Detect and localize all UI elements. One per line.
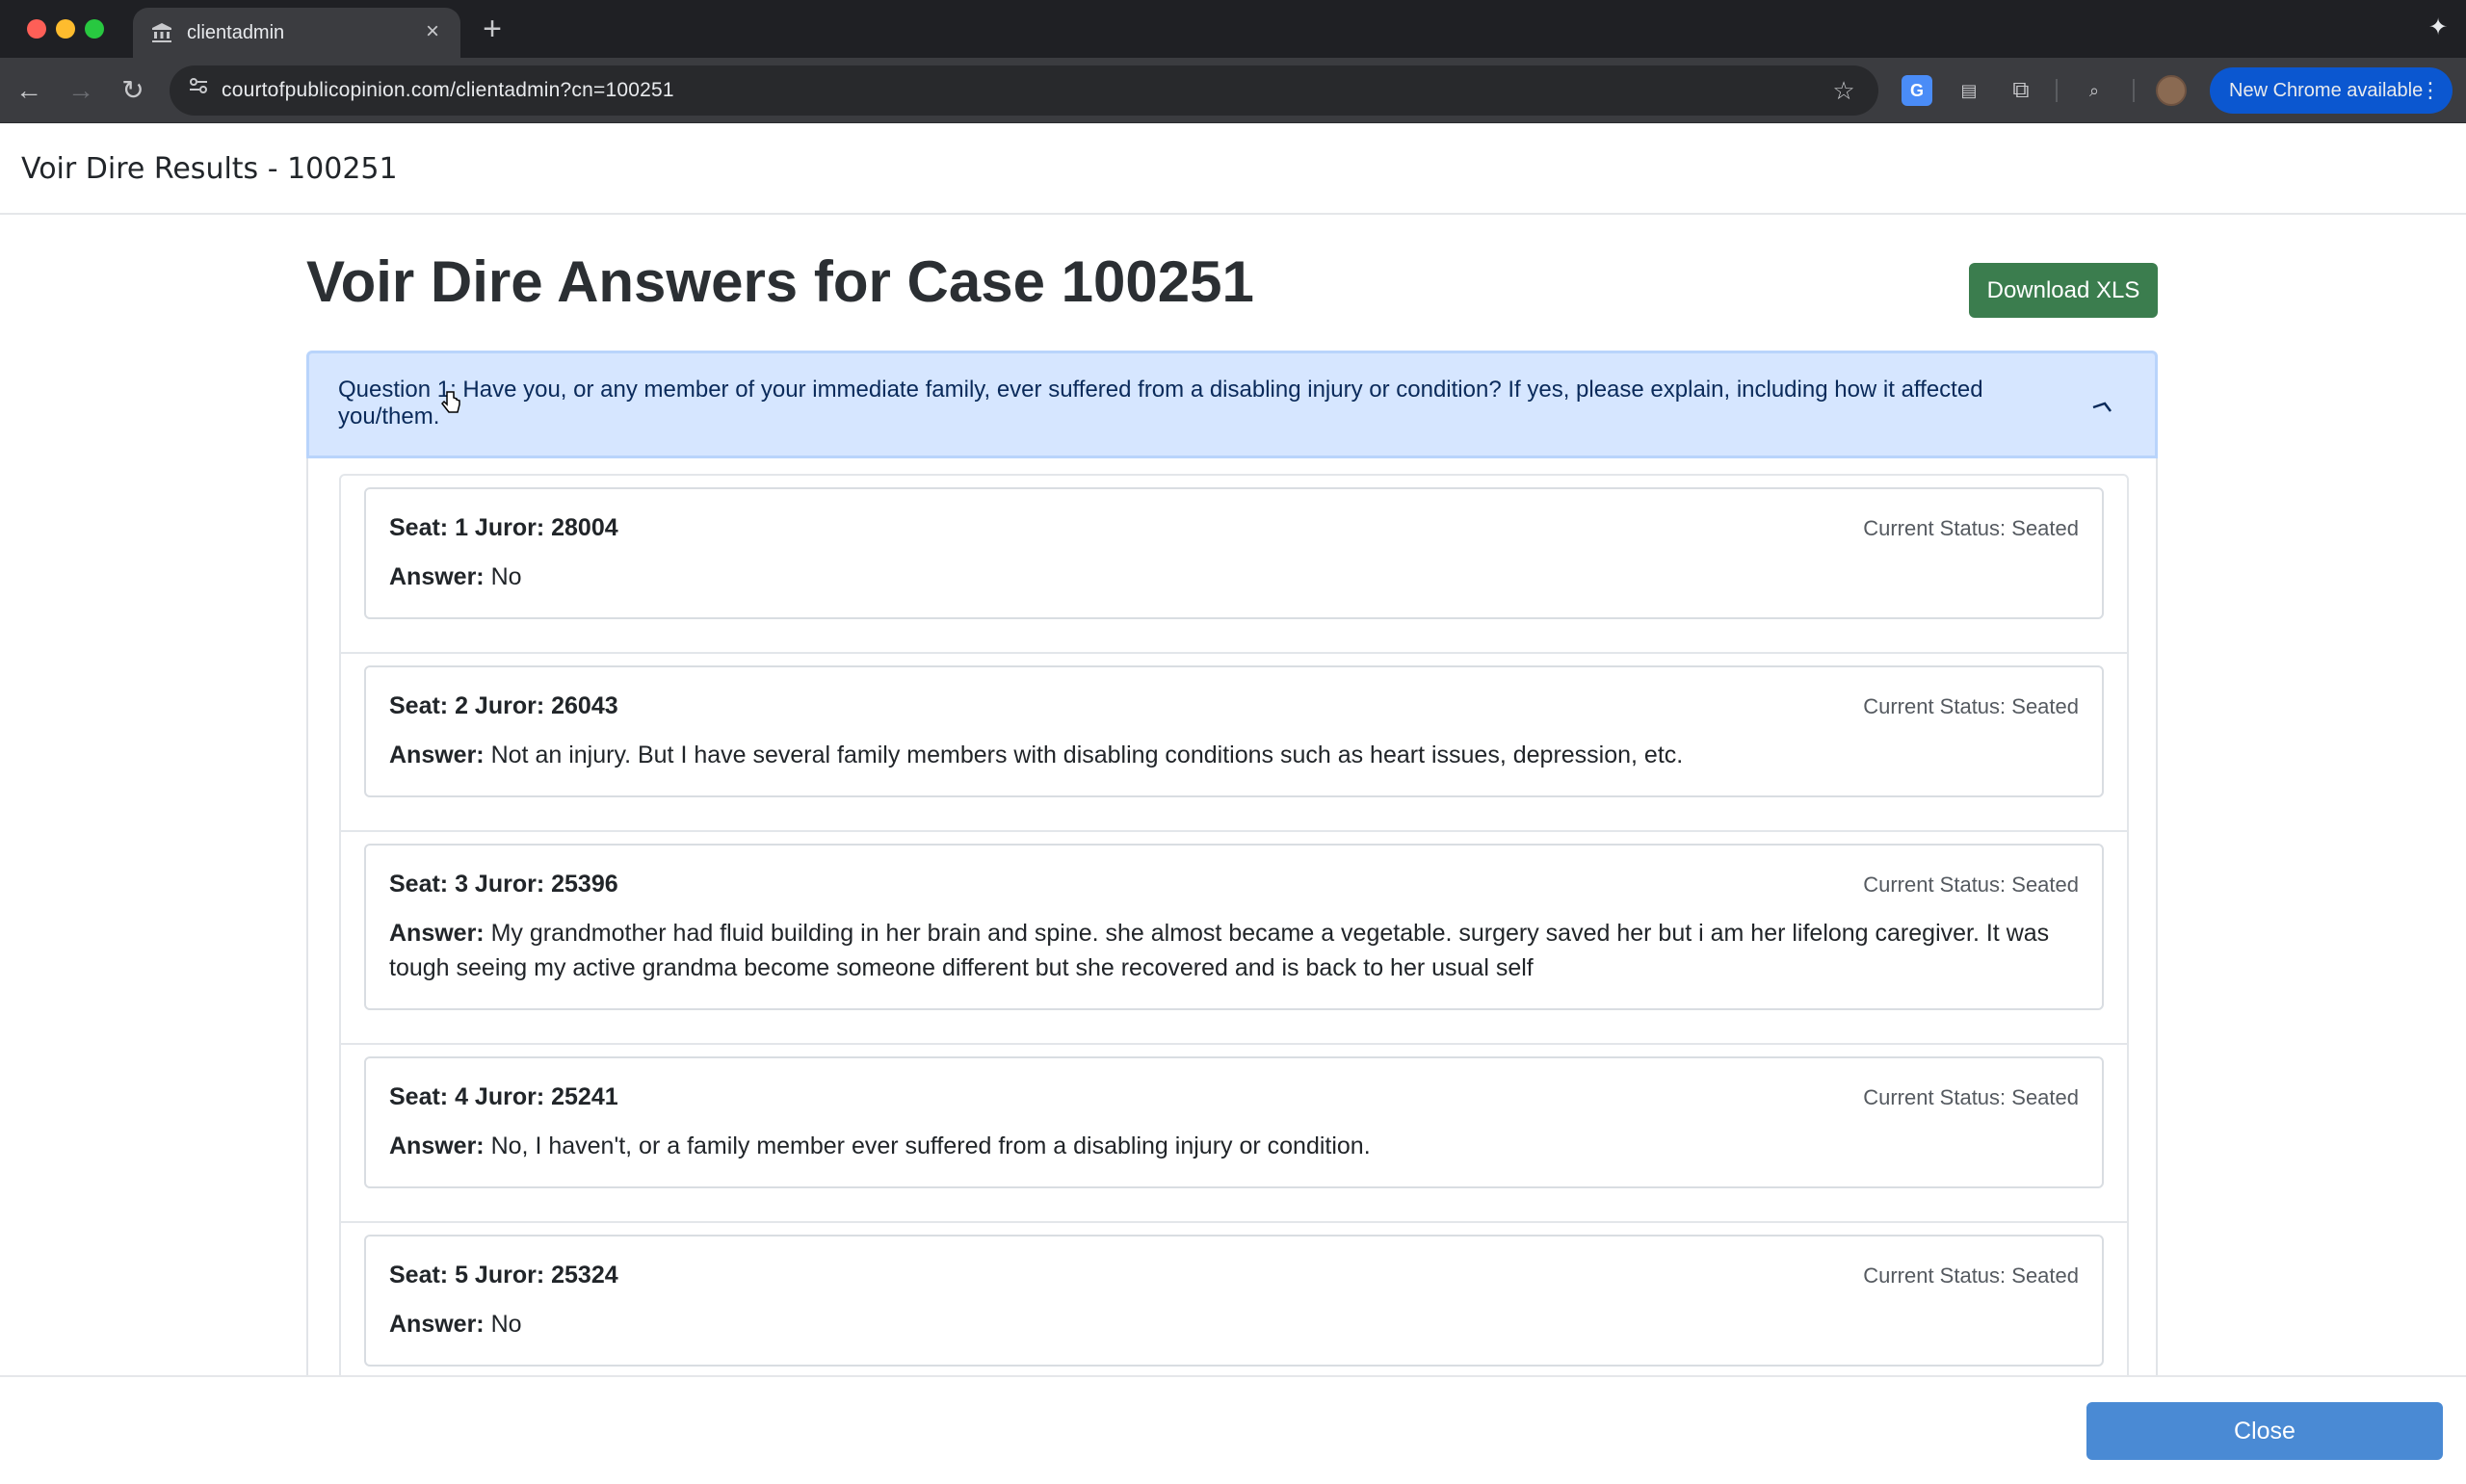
question-text: Question 1: Have you, or any member of y…	[338, 377, 1983, 430]
seat-juror-label: Seat: 2 Juror: 26043	[389, 692, 618, 719]
download-xls-button[interactable]: Download XLS	[1969, 263, 2158, 318]
extension-g-icon[interactable]: G	[1902, 75, 1932, 106]
window-minimize-button[interactable]	[56, 19, 75, 39]
answer-label: Answer:	[389, 563, 485, 590]
window-close-button[interactable]	[27, 19, 46, 39]
answer-row: Answer: No	[389, 560, 2079, 594]
list-item: Seat: 2 Juror: 26043 Current Status: Sea…	[341, 654, 2127, 832]
tab-close-icon[interactable]: ×	[418, 17, 447, 46]
question-accordion-body: Seat: 1 Juror: 28004 Current Status: Sea…	[306, 458, 2158, 1421]
juror-card: Seat: 5 Juror: 25324 Current Status: Sea…	[364, 1235, 2104, 1367]
answer-label: Answer:	[389, 1311, 485, 1338]
back-arrow-icon[interactable]: ←	[12, 73, 46, 108]
tab-search-icon[interactable]: ⌕	[2079, 75, 2110, 106]
list-item: Seat: 4 Juror: 25241 Current Status: Sea…	[341, 1045, 2127, 1223]
juror-card: Seat: 3 Juror: 25396 Current Status: Sea…	[364, 844, 2104, 1010]
chevron-up-icon[interactable]	[2089, 396, 2114, 421]
answer-text: No	[490, 1311, 522, 1338]
seat-juror-label: Seat: 3 Juror: 25396	[389, 871, 618, 898]
reload-icon[interactable]: ↻	[116, 73, 150, 108]
answer-text: My grandmother had fluid building in her…	[389, 920, 2050, 981]
answer-text: Not an injury. But I have several family…	[490, 742, 1684, 768]
browser-tab[interactable]: clientadmin ×	[133, 8, 460, 58]
juror-card: Seat: 1 Juror: 28004 Current Status: Sea…	[364, 487, 2104, 619]
modal-header: Voir Dire Results - 100251	[0, 123, 2466, 215]
answer-row: Answer: Not an injury. But I have severa…	[389, 738, 2079, 772]
list-item: Seat: 1 Juror: 28004 Current Status: Sea…	[341, 476, 2127, 654]
juror-card: Seat: 4 Juror: 25241 Current Status: Sea…	[364, 1056, 2104, 1188]
answer-label: Answer:	[389, 742, 485, 768]
modal-title: Voir Dire Results - 100251	[21, 152, 398, 186]
toolbar-divider	[2133, 79, 2135, 102]
courthouse-icon	[150, 21, 173, 44]
window-maximize-button[interactable]	[85, 19, 104, 39]
modal-footer: Close	[0, 1375, 2466, 1484]
answer-row: Answer: My grandmother had fluid buildin…	[389, 916, 2079, 985]
extension-printer-icon[interactable]: ▤	[1954, 75, 1984, 106]
seat-juror-label: Seat: 4 Juror: 25241	[389, 1083, 618, 1110]
answer-label: Answer:	[389, 920, 485, 947]
sparkle-icon[interactable]: ✦	[2424, 13, 2453, 42]
chrome-update-button[interactable]: New Chrome available ⋮	[2210, 67, 2453, 114]
page-title: Voir Dire Answers for Case 100251	[306, 249, 1254, 314]
answer-text: No, I haven't, or a family member ever s…	[490, 1133, 1371, 1159]
puzzle-extensions-icon[interactable]: ⧉	[2006, 75, 2036, 106]
answer-text: No	[490, 563, 522, 590]
answer-label: Answer:	[389, 1133, 485, 1159]
status-label: Current Status: Seated	[1863, 694, 2079, 718]
answer-row: Answer: No	[389, 1307, 2079, 1341]
forward-arrow-icon[interactable]: →	[64, 73, 98, 108]
status-label: Current Status: Seated	[1863, 1263, 2079, 1288]
modal: Voir Dire Results - 100251 Voir Dire Ans…	[0, 123, 2466, 1484]
status-label: Current Status: Seated	[1863, 1085, 2079, 1109]
question-accordion: Question 1: Have you, or any member of y…	[306, 351, 2158, 1421]
status-label: Current Status: Seated	[1863, 872, 2079, 897]
update-label: New Chrome available	[2229, 80, 2424, 101]
bookmark-star-icon[interactable]: ☆	[1828, 75, 1859, 106]
toolbar-divider	[2056, 79, 2058, 102]
more-menu-icon[interactable]: ⋮	[2420, 67, 2441, 114]
seat-juror-label: Seat: 5 Juror: 25324	[389, 1262, 618, 1289]
site-settings-icon[interactable]	[183, 75, 214, 106]
browser-tab-bar: clientadmin × + ✦	[0, 0, 2466, 58]
address-bar[interactable]: courtofpublicopinion.com/clientadmin?cn=…	[170, 65, 1878, 116]
seat-juror-label: Seat: 1 Juror: 28004	[389, 514, 618, 541]
new-tab-icon[interactable]: +	[476, 13, 509, 46]
url-text[interactable]: courtofpublicopinion.com/clientadmin?cn=…	[222, 79, 674, 102]
profile-avatar[interactable]	[2156, 75, 2187, 106]
juror-card: Seat: 2 Juror: 26043 Current Status: Sea…	[364, 665, 2104, 797]
browser-toolbar: ← → ↻ courtofpublicopinion.com/clientadm…	[0, 58, 2466, 123]
status-label: Current Status: Seated	[1863, 516, 2079, 540]
close-button[interactable]: Close	[2086, 1402, 2443, 1460]
question-accordion-header[interactable]: Question 1: Have you, or any member of y…	[306, 351, 2158, 458]
answer-row: Answer: No, I haven't, or a family membe…	[389, 1129, 2079, 1163]
tab-title: clientadmin	[187, 22, 285, 43]
juror-answer-list: Seat: 1 Juror: 28004 Current Status: Sea…	[339, 474, 2129, 1403]
pointer-hand-icon	[440, 390, 461, 417]
list-item: Seat: 3 Juror: 25396 Current Status: Sea…	[341, 832, 2127, 1045]
